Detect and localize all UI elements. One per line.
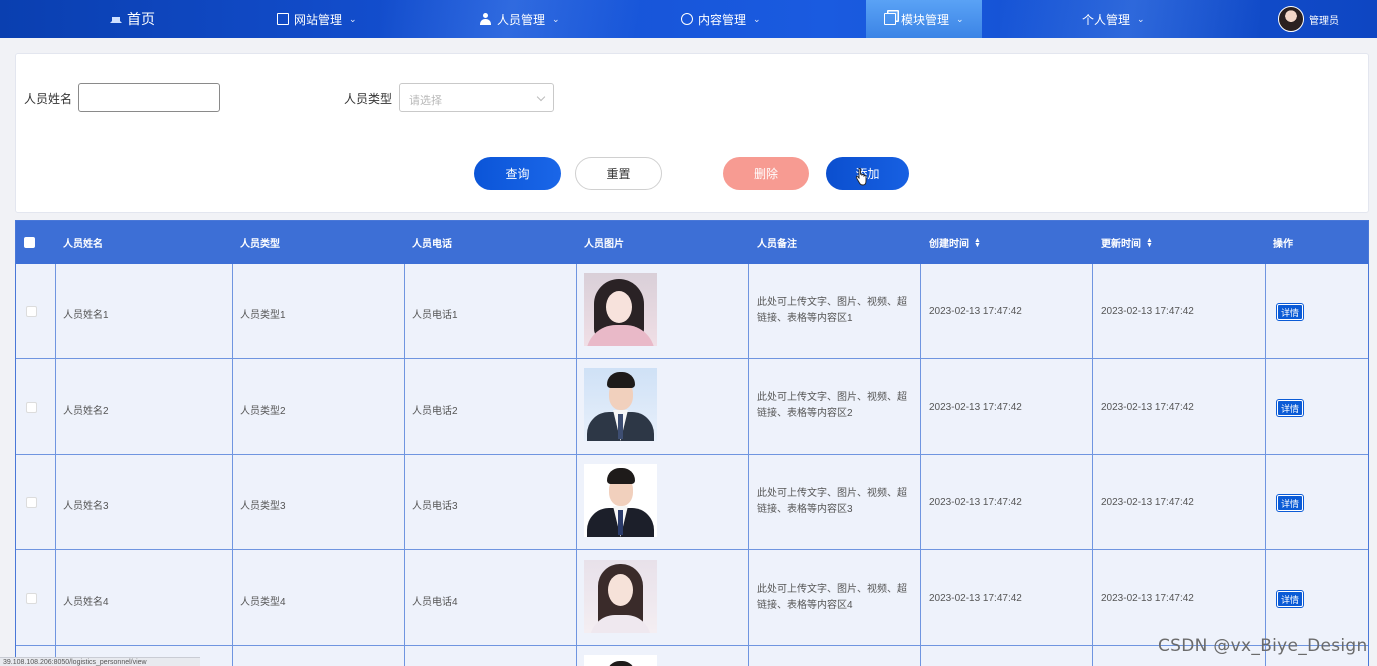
nav-website-management[interactable]: 网站管理 ⌄	[277, 0, 357, 38]
person-photo	[584, 464, 657, 537]
column-header-label: 更新时间	[1101, 239, 1141, 250]
select-all-checkbox[interactable]	[24, 237, 35, 248]
cell-created: 2023-02-13 17:47:42	[929, 593, 1022, 604]
nav-label: 人员管理	[497, 12, 546, 27]
type-select-placeholder: 请选择	[409, 95, 442, 107]
column-header-created[interactable]: 创建时间 ▲ ▼	[929, 221, 981, 264]
cell-updated: 2023-02-13 17:47:42	[1101, 593, 1194, 604]
delete-button[interactable]: 删除	[723, 157, 809, 190]
cell-created: 2023-02-13 17:47:42	[929, 402, 1022, 413]
column-header: 人员备注	[757, 239, 797, 250]
cell-type: 人员类型4	[240, 597, 286, 608]
chevron-down-icon	[536, 92, 546, 102]
column-header: 人员姓名	[63, 239, 103, 250]
copy-icon	[884, 13, 896, 25]
cell-phone: 人员电话2	[412, 406, 458, 417]
cell-phone: 人员电话3	[412, 501, 458, 512]
detail-button[interactable]: 详情	[1276, 590, 1304, 608]
table-row: 人员姓名3 人员类型3 人员电话3 此处可上传文字、图片、视频、超链接、表格等内…	[16, 455, 1368, 550]
query-button[interactable]: 查询	[474, 157, 561, 190]
cell-updated: 2023-02-13 17:47:42	[1101, 306, 1194, 317]
top-nav: 首页 网站管理 ⌄ 人员管理 ⌄ 内容管理 ⌄ 模块管理 ⌄ 个人管理 ⌄ 管理…	[0, 0, 1377, 38]
cell-name: 人员姓名1	[63, 310, 109, 321]
sort-icon[interactable]: ▲ ▼	[974, 237, 981, 249]
person-photo	[584, 368, 657, 441]
detail-button[interactable]: 详情	[1276, 399, 1304, 417]
column-header: 人员图片	[584, 239, 624, 250]
cell-note: 此处可上传文字、图片、视频、超链接、表格等内容区2	[757, 392, 907, 419]
cell-name: 人员姓名4	[63, 597, 109, 608]
column-header: 操作	[1273, 239, 1293, 250]
nav-label: 模块管理	[901, 12, 950, 27]
column-header: 人员类型	[240, 239, 280, 250]
chevron-down-icon: ⌄	[753, 13, 761, 24]
row-checkbox[interactable]	[26, 593, 37, 604]
nav-label: 个人管理	[1082, 12, 1131, 27]
row-checkbox[interactable]	[26, 402, 37, 413]
admin-name[interactable]: 管理员	[1309, 12, 1339, 27]
name-input[interactable]	[78, 83, 220, 112]
personnel-table: 人员姓名 人员类型 人员电话 人员图片 人员备注 创建时间 ▲ ▼ 更新时间 ▲ ▼…	[15, 220, 1369, 666]
cell-phone: 人员电话1	[412, 310, 458, 321]
user-icon	[480, 13, 492, 25]
type-label: 人员类型	[344, 92, 393, 106]
person-photo	[584, 560, 657, 633]
cell-note: 此处可上传文字、图片、视频、超链接、表格等内容区4	[757, 584, 907, 611]
nav-personal-management[interactable]: 个人管理 ⌄	[1082, 0, 1145, 38]
cell-type: 人员类型2	[240, 406, 286, 417]
cell-name: 人员姓名3	[63, 501, 109, 512]
nav-label: 网站管理	[294, 12, 343, 27]
chevron-down-icon: ⌄	[1137, 13, 1145, 24]
search-panel	[15, 53, 1369, 213]
person-photo	[584, 655, 657, 666]
name-label: 人员姓名	[24, 92, 73, 106]
cell-created: 2023-02-13 17:47:42	[929, 306, 1022, 317]
cell-note: 此处可上传文字、图片、视频、超链接、表格等内容区1	[757, 297, 907, 324]
cell-type: 人员类型3	[240, 501, 286, 512]
cell-type: 人员类型1	[240, 310, 286, 321]
cell-note: 此处可上传文字、图片、视频、超链接、表格等内容区3	[757, 488, 907, 515]
row-checkbox[interactable]	[26, 306, 37, 317]
reset-button[interactable]: 重置	[575, 157, 662, 190]
row-checkbox[interactable]	[26, 497, 37, 508]
status-url: 39.108.108.206:8050/logistics_personnel/…	[0, 657, 200, 666]
nav-home[interactable]: 首页	[110, 0, 155, 38]
chevron-down-icon: ⌄	[349, 13, 357, 24]
monitor-icon	[277, 13, 289, 25]
chat-icon	[681, 13, 693, 25]
table-row: 人员姓名2 人员类型2 人员电话2 此处可上传文字、图片、视频、超链接、表格等内…	[16, 360, 1368, 455]
column-header-updated[interactable]: 更新时间 ▲ ▼	[1101, 221, 1153, 264]
chevron-down-icon: ⌄	[552, 13, 560, 24]
table-row: 人员姓名1 人员类型1 人员电话1 此处可上传文字、图片、视频、超链接、表格等内…	[16, 264, 1368, 359]
watermark: CSDN @vx_Biye_Design	[1158, 636, 1368, 656]
chevron-down-icon: ⌄	[956, 13, 964, 24]
cell-updated: 2023-02-13 17:47:42	[1101, 497, 1194, 508]
hand-cursor-icon	[855, 168, 867, 186]
detail-button[interactable]: 详情	[1276, 303, 1304, 321]
cell-name: 人员姓名2	[63, 406, 109, 417]
nav-label: 内容管理	[698, 12, 747, 27]
table-row: 人员姓名4 人员类型4 人员电话4 此处可上传文字、图片、视频、超链接、表格等内…	[16, 551, 1368, 646]
column-header-label: 创建时间	[929, 239, 969, 250]
nav-content-management[interactable]: 内容管理 ⌄	[681, 0, 761, 38]
cell-created: 2023-02-13 17:47:42	[929, 497, 1022, 508]
table-header: 人员姓名 人员类型 人员电话 人员图片 人员备注 创建时间 ▲ ▼ 更新时间 ▲ ▼…	[16, 221, 1368, 264]
nav-personnel-management[interactable]: 人员管理 ⌄	[480, 0, 560, 38]
home-icon	[110, 11, 122, 23]
cell-phone: 人员电话4	[412, 597, 458, 608]
detail-button[interactable]: 详情	[1276, 494, 1304, 512]
column-header: 人员电话	[412, 239, 452, 250]
nav-module-management[interactable]: 模块管理 ⌄	[866, 0, 982, 38]
person-photo	[584, 273, 657, 346]
nav-home-label: 首页	[127, 11, 155, 27]
avatar[interactable]	[1278, 6, 1304, 32]
cell-updated: 2023-02-13 17:47:42	[1101, 402, 1194, 413]
add-button[interactable]: 添加	[826, 157, 909, 190]
type-select[interactable]: 请选择	[399, 83, 554, 112]
sort-icon[interactable]: ▲ ▼	[1146, 237, 1153, 249]
